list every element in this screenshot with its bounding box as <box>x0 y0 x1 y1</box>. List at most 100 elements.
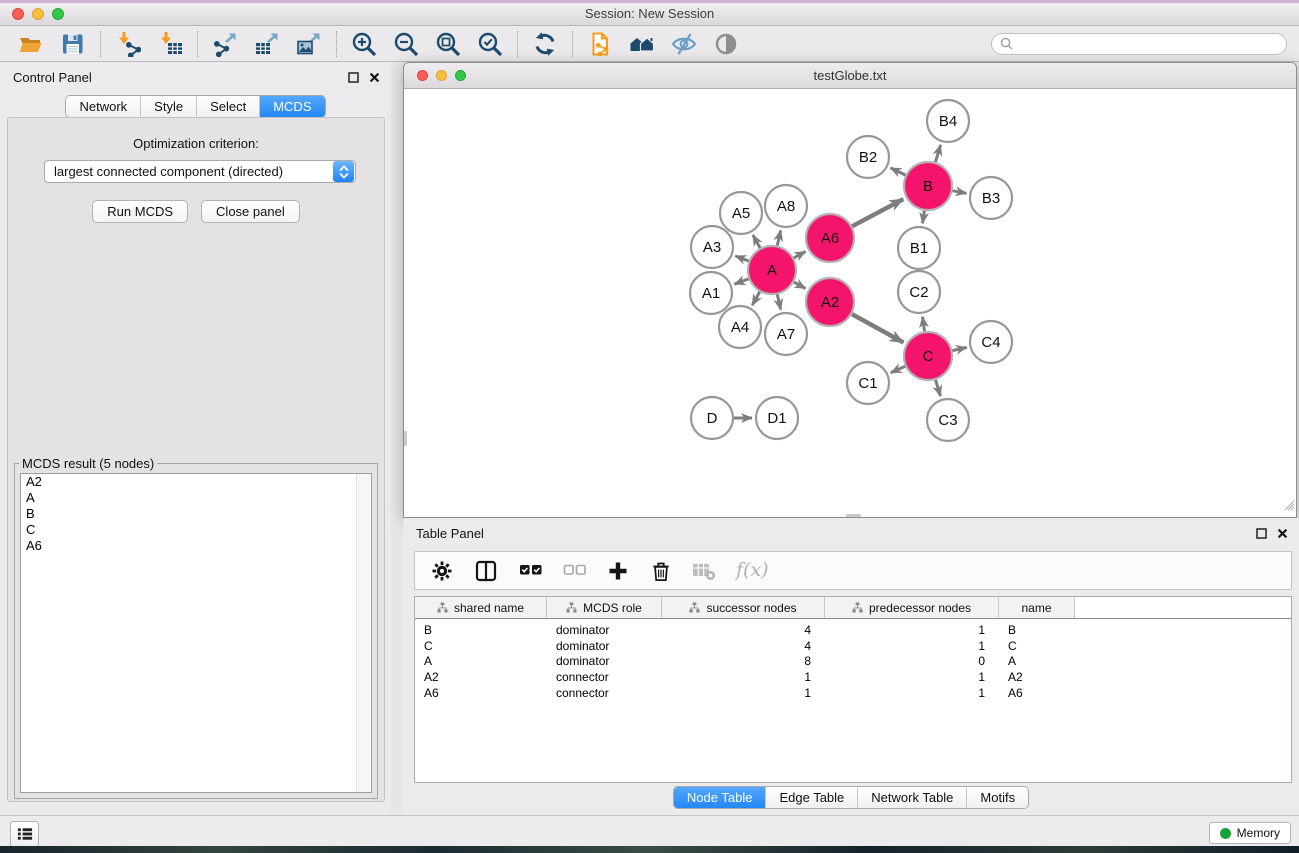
search-box[interactable] <box>991 33 1287 55</box>
graph-node-C2[interactable]: C2 <box>898 271 940 313</box>
cell-shared-name[interactable]: A2 <box>415 670 547 684</box>
add-row-button[interactable] <box>607 560 630 582</box>
hide-panels-button[interactable] <box>670 30 698 58</box>
edge-B-B2[interactable] <box>891 168 906 175</box>
cell-mcds-role[interactable]: dominator <box>547 654 662 668</box>
table-row[interactable]: Bdominator41B <box>415 622 1291 638</box>
network-from-selection-button[interactable] <box>586 30 614 58</box>
close-window-button[interactable] <box>12 8 24 20</box>
memory-button[interactable]: Memory <box>1209 822 1291 844</box>
mcds-result-item[interactable]: B <box>21 506 371 522</box>
cell-mcds-role[interactable]: connector <box>547 686 662 700</box>
cell-shared-name[interactable]: C <box>415 639 547 653</box>
graph-node-A[interactable]: A <box>748 246 796 294</box>
cell-shared-name[interactable]: A6 <box>415 686 547 700</box>
graph-node-D1[interactable]: D1 <box>756 397 798 439</box>
graph-node-A7[interactable]: A7 <box>765 313 807 355</box>
show-panels-button[interactable] <box>712 30 740 58</box>
graph-node-D[interactable]: D <box>691 397 733 439</box>
edge-B-B4[interactable] <box>935 145 940 162</box>
tab-network-table[interactable]: Network Table <box>858 787 967 808</box>
cell-name[interactable]: A <box>999 654 1075 668</box>
optimization-criterion-dropdown[interactable]: largest connected component (directed) <box>44 160 356 183</box>
edge-B-B3[interactable] <box>953 191 967 194</box>
tab-style[interactable]: Style <box>141 96 197 117</box>
zoom-out-button[interactable] <box>392 30 420 58</box>
edge-A-A2[interactable] <box>794 282 806 288</box>
export-network-button[interactable] <box>211 30 239 58</box>
cell-predecessor-nodes[interactable]: 0 <box>825 654 999 668</box>
edge-A-A3[interactable] <box>735 256 748 261</box>
deselect-all-button[interactable] <box>563 560 586 582</box>
refresh-button[interactable] <box>531 30 559 58</box>
cell-predecessor-nodes[interactable]: 1 <box>825 670 999 684</box>
network-canvas[interactable]: B4B2BB3A8A5A6A3B1AA1C2A2A4A7C4CC1C3DD1 <box>404 89 1296 517</box>
table-row[interactable]: Adominator80A <box>415 653 1291 669</box>
graph-node-B[interactable]: B <box>904 162 952 210</box>
cell-predecessor-nodes[interactable]: 1 <box>825 623 999 637</box>
graph-node-C1[interactable]: C1 <box>847 362 889 404</box>
maximize-network-window-button[interactable] <box>455 70 466 81</box>
close-panel-button[interactable]: Close panel <box>201 200 300 223</box>
cell-name[interactable]: A6 <box>999 686 1075 700</box>
open-file-button[interactable] <box>17 30 45 58</box>
cell-name[interactable]: A2 <box>999 670 1075 684</box>
minimize-network-window-button[interactable] <box>436 70 447 81</box>
zoom-fit-button[interactable] <box>434 30 462 58</box>
graph-node-B1[interactable]: B1 <box>898 227 940 269</box>
edge-A-A6[interactable] <box>794 252 806 258</box>
graph-node-C4[interactable]: C4 <box>970 321 1012 363</box>
table-row[interactable]: A6connector11A6 <box>415 685 1291 701</box>
cell-successor-nodes[interactable]: 1 <box>662 670 825 684</box>
cell-successor-nodes[interactable]: 1 <box>662 686 825 700</box>
close-panel-icon[interactable] <box>369 72 380 83</box>
cell-successor-nodes[interactable]: 8 <box>662 654 825 668</box>
cell-shared-name[interactable]: A <box>415 654 547 668</box>
column-header-predecessor-nodes[interactable]: predecessor nodes <box>825 597 999 618</box>
minimize-window-button[interactable] <box>32 8 44 20</box>
settings-button[interactable] <box>431 560 454 582</box>
cell-successor-nodes[interactable]: 4 <box>662 639 825 653</box>
export-table-button[interactable] <box>253 30 281 58</box>
cell-predecessor-nodes[interactable]: 1 <box>825 639 999 653</box>
mcds-result-list[interactable]: A2ABCA6 <box>20 473 372 793</box>
edge-A-A4[interactable] <box>752 292 760 305</box>
network-window-titlebar[interactable]: testGlobe.txt <box>404 63 1296 89</box>
tab-mcds[interactable]: MCDS <box>260 96 324 117</box>
graph-node-A1[interactable]: A1 <box>690 272 732 314</box>
edge-C-C3[interactable] <box>936 380 941 396</box>
cell-name[interactable]: C <box>999 639 1075 653</box>
run-mcds-button[interactable]: Run MCDS <box>92 200 188 223</box>
column-header-name[interactable]: name <box>999 597 1075 618</box>
cell-successor-nodes[interactable]: 4 <box>662 623 825 637</box>
cell-predecessor-nodes[interactable]: 1 <box>825 686 999 700</box>
edge-A6-B[interactable] <box>852 199 903 226</box>
edge-A-A8[interactable] <box>777 230 780 245</box>
graph-node-A4[interactable]: A4 <box>719 306 761 348</box>
mcds-result-item[interactable]: A <box>21 490 371 506</box>
search-input[interactable] <box>1018 36 1278 52</box>
select-all-button[interactable] <box>519 560 542 582</box>
graph-node-B2[interactable]: B2 <box>847 136 889 178</box>
tab-node-table[interactable]: Node Table <box>674 787 767 808</box>
maximize-window-button[interactable] <box>52 8 64 20</box>
zoom-selected-button[interactable] <box>476 30 504 58</box>
column-header-shared-name[interactable]: shared name <box>415 597 547 618</box>
result-scrollbar[interactable] <box>356 474 371 792</box>
edge-C-C4[interactable] <box>952 347 966 350</box>
edge-A-A7[interactable] <box>777 294 780 309</box>
table-row[interactable]: Cdominator41C <box>415 638 1291 654</box>
cell-mcds-role[interactable]: dominator <box>547 639 662 653</box>
edge-A-A1[interactable] <box>734 279 748 284</box>
close-table-panel-icon[interactable] <box>1277 528 1288 539</box>
close-network-window-button[interactable] <box>417 70 428 81</box>
cell-name[interactable]: B <box>999 623 1075 637</box>
import-network-button[interactable] <box>114 30 142 58</box>
column-header-mcds-role[interactable]: MCDS role <box>547 597 662 618</box>
float-table-panel-icon[interactable] <box>1256 528 1267 539</box>
mcds-result-item[interactable]: A6 <box>21 538 371 554</box>
home-button[interactable] <box>628 30 656 58</box>
save-session-button[interactable] <box>59 30 87 58</box>
edge-A-A5[interactable] <box>753 235 760 248</box>
show-columns-button[interactable] <box>475 560 498 582</box>
